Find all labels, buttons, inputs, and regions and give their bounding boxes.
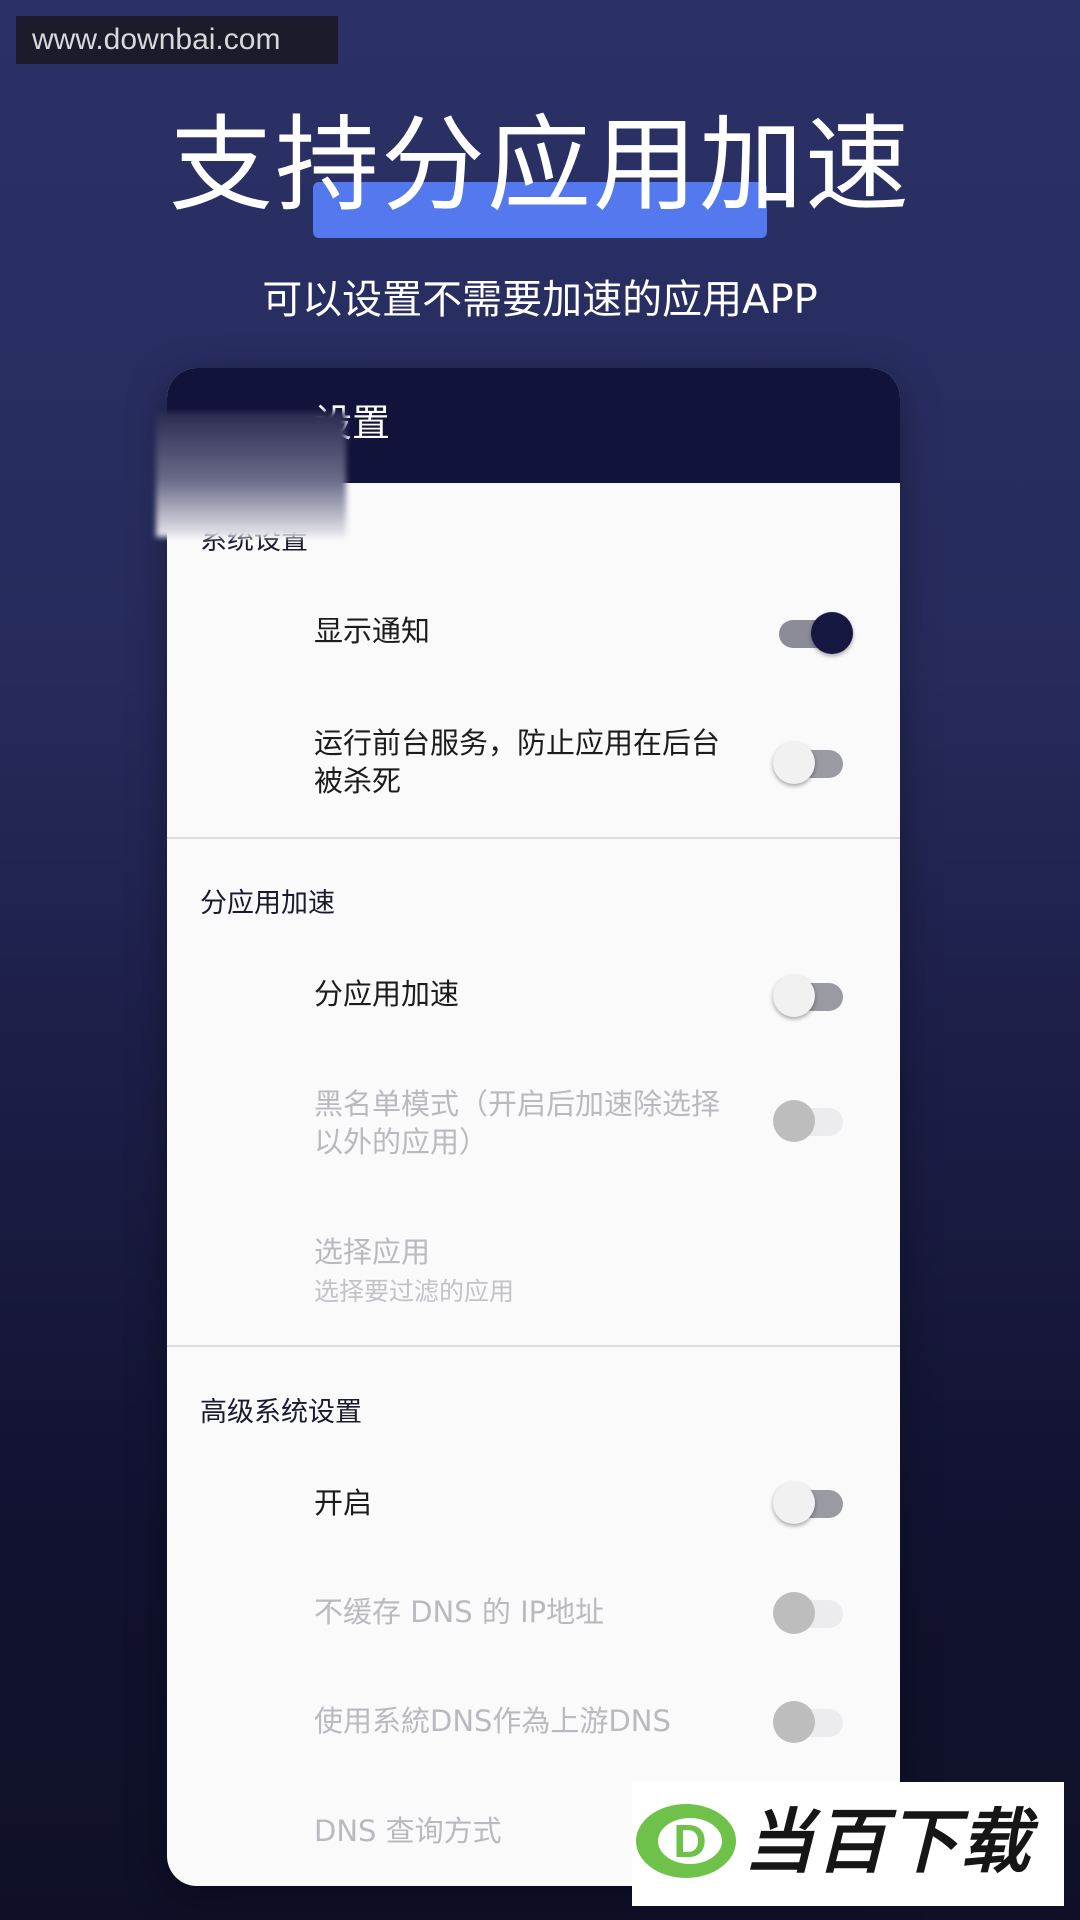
section-header-advanced: 高级系统设置 [200,1397,362,1428]
foreground-service-switch[interactable] [773,742,845,784]
hero-subtitle: 可以设置不需要加速的应用APP [262,277,818,323]
setting-label: 黑名单模式（开启后加速除选择以外的应用） [314,1087,721,1159]
show-notification-switch[interactable] [779,612,853,654]
setting-label: 显示通知 [314,614,431,648]
divider [167,1345,900,1347]
setting-label: 开启 [314,1486,373,1520]
blacklist-mode-switch[interactable] [773,1100,845,1142]
setting-label: 选择应用 [314,1235,431,1269]
logo-circle-icon: D [636,1804,736,1878]
section-header-per-app: 分应用加速 [200,888,335,919]
settings-screen: 设置 系统设置 显示通知 运行前台服务，防止应用在后台被杀死 分应用加速 分应用… [167,368,900,1886]
logo-text: 当百下载 [744,1801,1032,1883]
setting-label: 运行前台服务，防止应用在后台被杀死 [314,726,721,798]
setting-label: 不缓存 DNS 的 IP地址 [314,1595,605,1629]
setting-summary: 选择要过滤的应用 [314,1277,515,1306]
hero-title: 支持分应用加速 [168,104,911,226]
setting-label: 使用系統DNS作為上游DNS [314,1704,671,1738]
brand-logo: D 当百下载 [632,1782,1064,1906]
divider [167,837,900,839]
enable-switch[interactable] [773,1482,845,1524]
no-dns-cache-switch[interactable] [773,1592,845,1634]
logo-letter: D [658,1818,722,1864]
hero: 支持分应用加速 [0,100,1080,240]
per-app-acceleration-switch[interactable] [773,975,845,1017]
system-dns-upstream-switch[interactable] [773,1701,845,1743]
blurred-region [156,412,346,537]
setting-label: 分应用加速 [314,977,460,1011]
watermark-url: www.downbai.com [16,16,338,64]
